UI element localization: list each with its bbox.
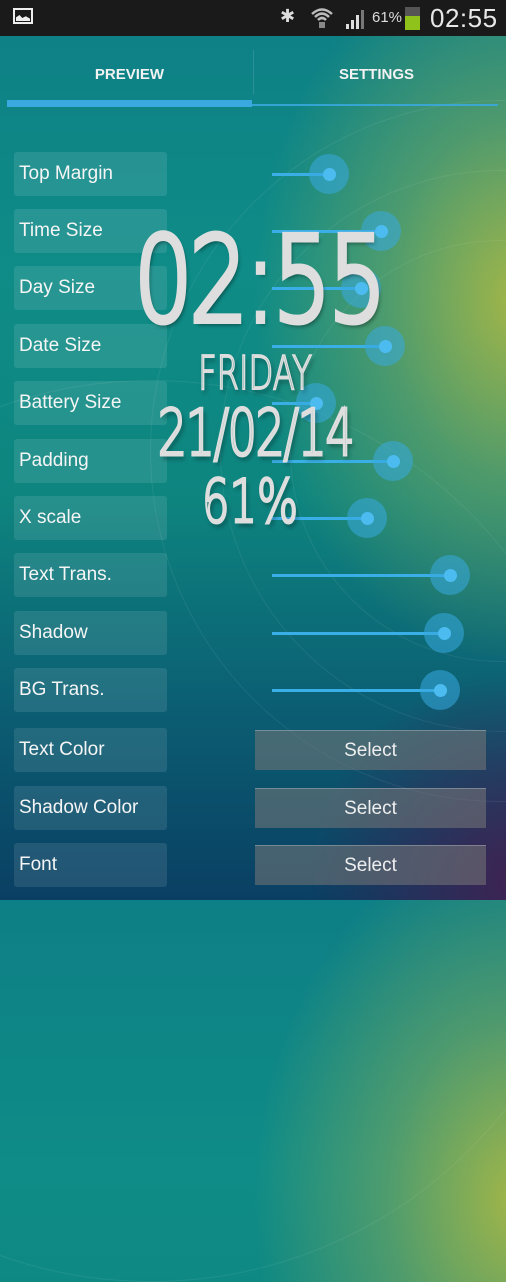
setting-row-date-size: Date Size (0, 324, 506, 370)
setting-row-x-scale: X scale (0, 496, 506, 542)
battery-size-slider[interactable] (272, 383, 470, 423)
x-scale-slider[interactable] (272, 498, 470, 538)
shadow-slider[interactable] (272, 613, 470, 653)
slider-knob[interactable] (323, 168, 336, 181)
setting-row-battery-size: Battery Size (0, 381, 506, 427)
setting-label: Shadow (14, 611, 167, 655)
signal-icon (346, 10, 364, 29)
tab-underline (252, 104, 498, 106)
setting-label: Battery Size (14, 381, 167, 425)
setting-row-bg-trans: BG Trans. (0, 668, 506, 714)
slider-knob[interactable] (379, 340, 392, 353)
setting-label: Font (14, 843, 167, 887)
slider-knob[interactable] (444, 569, 457, 582)
setting-row-text-color: Text Color Select (0, 728, 506, 774)
status-bar: ✱ 61% 02:55 (0, 0, 506, 36)
slider-track (272, 574, 450, 577)
slider-knob[interactable] (375, 225, 388, 238)
setting-label: Time Size (14, 209, 167, 253)
setting-row-padding: Padding (0, 439, 506, 485)
active-tab-indicator (7, 100, 252, 107)
slider-knob[interactable] (355, 282, 368, 295)
top-margin-slider[interactable] (272, 154, 470, 194)
setting-row-shadow-color: Shadow Color Select (0, 786, 506, 832)
setting-label: Padding (14, 439, 167, 483)
date-size-slider[interactable] (272, 326, 470, 366)
setting-label: Day Size (14, 266, 167, 310)
time-size-slider[interactable] (272, 211, 470, 251)
text-color-select-button[interactable]: Select (255, 730, 486, 770)
slider-knob[interactable] (361, 512, 374, 525)
tab-preview[interactable]: PREVIEW (7, 66, 252, 83)
shadow-color-select-button[interactable]: Select (255, 788, 486, 828)
status-time: 02:55 (430, 3, 498, 33)
slider-knob[interactable] (310, 397, 323, 410)
setting-row-shadow: Shadow (0, 611, 506, 657)
battery-level-fill (405, 16, 420, 30)
slider-track (272, 632, 444, 635)
slider-knob[interactable] (434, 684, 447, 697)
battery-percent: 61% (372, 9, 403, 26)
setting-label: X scale (14, 496, 167, 540)
setting-label: BG Trans. (14, 668, 167, 712)
setting-label: Text Color (14, 728, 167, 772)
padding-slider[interactable] (272, 441, 470, 481)
setting-row-text-trans: Text Trans. (0, 553, 506, 599)
day-size-slider[interactable] (272, 268, 470, 308)
slider-track (272, 689, 440, 692)
setting-label: Text Trans. (14, 553, 167, 597)
wifi-icon (311, 8, 333, 28)
setting-row-font: Font Select (0, 843, 506, 889)
slider-knob[interactable] (387, 455, 400, 468)
font-select-button[interactable]: Select (255, 845, 486, 885)
tab-settings[interactable]: SETTINGS (254, 66, 499, 83)
gallery-icon (13, 8, 33, 24)
setting-row-top-margin: Top Margin (0, 152, 506, 198)
setting-row-day-size: Day Size (0, 266, 506, 312)
setting-label: Date Size (14, 324, 167, 368)
setting-label: Shadow Color (14, 786, 167, 830)
setting-label: Top Margin (14, 152, 167, 196)
bg-trans-slider[interactable] (272, 670, 470, 710)
slider-knob[interactable] (438, 627, 451, 640)
text-trans-slider[interactable] (272, 555, 470, 595)
battery-icon (405, 7, 420, 30)
bluetooth-icon: ✱ (280, 6, 296, 26)
setting-row-time-size: Time Size (0, 209, 506, 255)
tab-bar: PREVIEW SETTINGS (0, 36, 506, 111)
